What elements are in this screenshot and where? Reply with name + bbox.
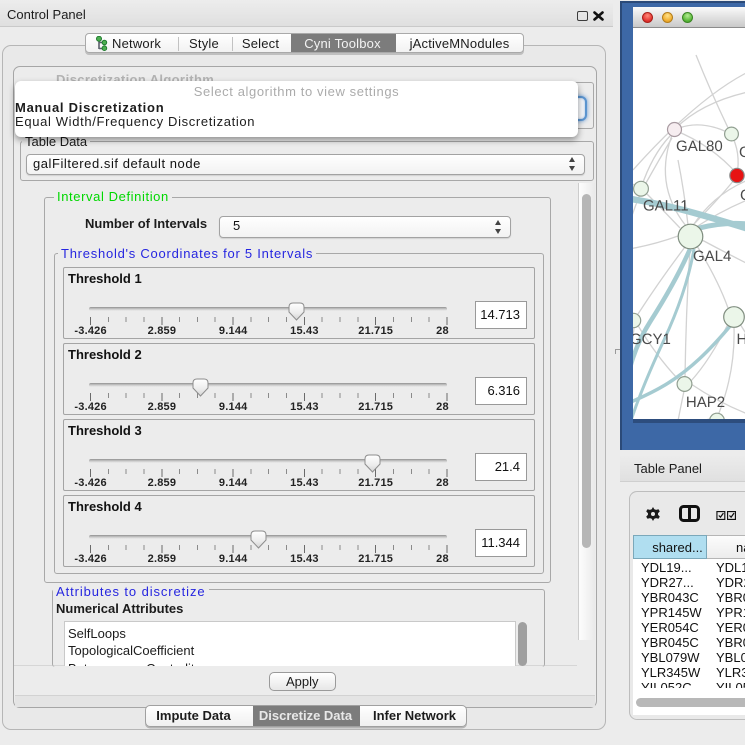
svg-text:GAL80: GAL80 bbox=[676, 138, 723, 155]
svg-text:GAL11: GAL11 bbox=[643, 197, 689, 214]
svg-text:GCY1: GCY1 bbox=[633, 331, 671, 348]
svg-text:GAL4: GAL4 bbox=[693, 248, 731, 265]
svg-text:HI: HI bbox=[736, 331, 745, 348]
svg-text:GA: GA bbox=[739, 144, 745, 161]
svg-text:HAP2: HAP2 bbox=[686, 394, 725, 411]
svg-text:CD: CD bbox=[740, 187, 745, 204]
